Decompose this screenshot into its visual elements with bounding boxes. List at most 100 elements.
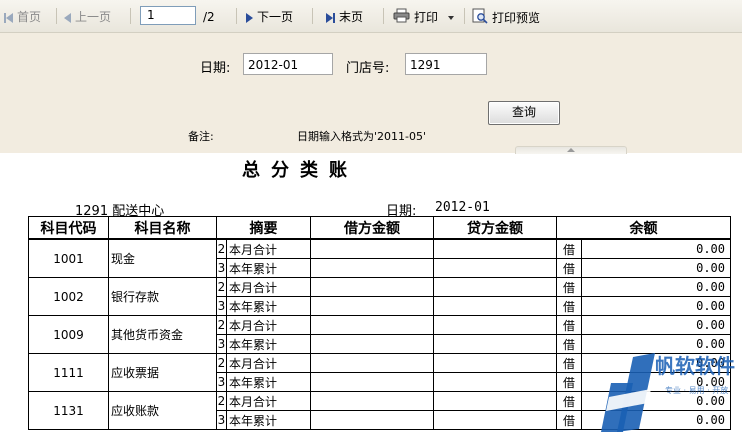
printer-icon [393,8,410,28]
prev-page-icon [64,12,71,23]
first-page-button[interactable]: 首页 [4,8,41,26]
direction-cell: 借 [556,391,582,411]
last-page-button[interactable]: 末页 [326,8,363,26]
summary-cell: 本年累计 [226,258,311,278]
line-number-cell: 2 [216,391,227,411]
account-name-cell: 其他货币资金 [108,315,217,354]
parameter-panel: 日期: 2012-01 门店号: 1291 查询 备注: 日期输入格式为'201… [0,33,742,155]
credit-cell [433,258,557,278]
dropdown-arrow-icon[interactable] [447,16,454,20]
table-row: 1009 其他货币资金 2 本月合计借 0.00 [28,315,731,354]
print-preview-icon [472,8,488,29]
last-page-icon [326,9,335,27]
summary-cell: 本月合计 [226,238,311,259]
page-total-label: /2 [203,10,215,24]
direction-cell: 借 [556,372,582,392]
account-code-cell: 1131 [28,391,109,430]
summary-cell: 本年累计 [226,334,311,354]
note-text: 日期输入格式为'2011-05' [297,130,427,143]
store-number-input[interactable]: 1291 [405,53,487,75]
table-row: 1002 银行存款 2 本月合计借 0.00 [28,277,731,316]
account-name-cell: 应收账款 [108,391,217,430]
watermark-text: 帆软软件 [655,354,735,378]
collapse-arrow-icon [567,148,575,152]
store-label: 门店号: [346,61,390,76]
debit-cell [310,238,434,259]
direction-cell: 借 [556,315,582,335]
debit-cell [310,391,434,411]
line-number-cell: 3 [216,334,227,354]
header-summary: 摘要 [216,216,311,240]
prev-page-button[interactable]: 上一页 [64,8,111,26]
summary-cell: 本年累计 [226,410,311,430]
summary-cell: 本月合计 [226,315,311,335]
balance-cell: 0.00 [581,296,731,316]
debit-cell [310,296,434,316]
account-code-cell: 1001 [28,238,109,278]
summary-cell: 本月合计 [226,277,311,297]
direction-cell: 借 [556,410,582,430]
table-header-row: 科目代码 科目名称 摘要 借方金额 贷方金额 余额 [28,216,731,240]
header-name: 科目名称 [108,216,217,240]
date-input[interactable]: 2012-01 [243,53,333,75]
credit-cell [433,391,557,411]
next-page-icon [246,12,253,23]
line-number-cell: 3 [216,410,227,430]
line-number-cell: 3 [216,258,227,278]
table-row: 1001 现金 2 本月合计借 0.00 [28,238,731,278]
credit-cell [433,334,557,354]
balance-cell: 0.00 [581,238,731,259]
debit-cell [310,277,434,297]
query-button[interactable]: 查询 [488,101,560,125]
account-code-cell: 1002 [28,277,109,316]
direction-cell: 借 [556,353,582,373]
summary-cell: 本月合计 [226,391,311,411]
header-credit: 贷方金额 [433,216,557,240]
page-number-input[interactable]: 1 [140,6,196,25]
credit-cell [433,277,557,297]
credit-cell [433,296,557,316]
line-number-cell: 3 [216,372,227,392]
credit-cell [433,353,557,373]
direction-cell: 借 [556,258,582,278]
account-code-cell: 1009 [28,315,109,354]
credit-cell [433,372,557,392]
credit-cell [433,315,557,335]
line-number-cell: 3 [216,296,227,316]
toolbar-divider [312,8,313,24]
credit-cell [433,410,557,430]
print-preview-button[interactable]: 打印预览 [472,8,540,26]
line-number-cell: 2 [216,353,227,373]
direction-cell: 借 [556,238,582,259]
header-debit: 借方金额 [310,216,434,240]
balance-cell: 0.00 [581,315,731,335]
account-name-cell: 现金 [108,238,217,278]
date-label: 日期: [200,61,231,76]
line-number-cell: 2 [216,277,227,297]
balance-cell: 0.00 [581,258,731,278]
credit-cell [433,238,557,259]
watermark-logo: 帆软软件 专业 · 易用 · 开放 [593,343,742,432]
debit-cell [310,315,434,335]
summary-cell: 本月合计 [226,353,311,373]
watermark-subtext: 专业 · 易用 · 开放 [665,385,728,395]
direction-cell: 借 [556,296,582,316]
summary-cell: 本年累计 [226,372,311,392]
debit-cell [310,258,434,278]
toolbar-divider [383,8,384,24]
first-page-icon [4,9,13,27]
print-button[interactable]: 打印 [393,8,454,26]
direction-cell: 借 [556,334,582,354]
header-balance: 余额 [556,216,731,240]
line-number-cell: 2 [216,315,227,335]
toolbar-divider [464,8,465,24]
account-name-cell: 应收票据 [108,353,217,392]
balance-cell: 0.00 [581,277,731,297]
next-page-button[interactable]: 下一页 [246,8,293,26]
report-title: 总分类账 [242,160,358,181]
summary-cell: 本年累计 [226,296,311,316]
toolbar-divider [56,8,57,24]
report-date-value: 2012-01 [435,200,490,215]
header-code: 科目代码 [28,216,109,240]
toolbar-divider [236,8,237,24]
